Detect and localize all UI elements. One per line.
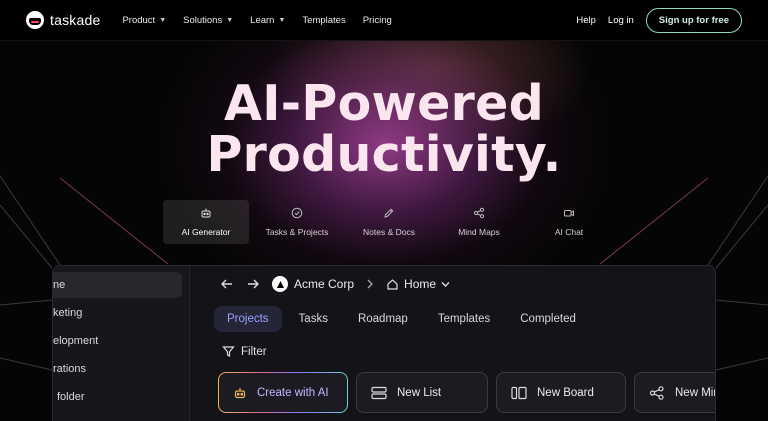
hero-heading-line1: AI-Powered <box>223 75 545 132</box>
hero-heading: AI-Powered Productivity. <box>0 78 768 180</box>
feature-tab-ai-generator[interactable]: AI Generator <box>163 200 249 244</box>
chevron-right-icon <box>367 279 373 289</box>
feature-tab-label: AI Generator <box>181 227 231 237</box>
check-circle-icon <box>291 207 303 219</box>
new-list-label: New List <box>397 386 442 399</box>
tab-templates[interactable]: Templates <box>425 306 503 332</box>
breadcrumb-org-label: Acme Corp <box>294 277 355 291</box>
new-list-button[interactable]: New List <box>356 372 488 413</box>
app-preview-window: ne keting elopment rations folder Acme C… <box>52 265 716 421</box>
workspace-main: Acme Corp Home Projects Tasks Roadmap Te… <box>190 266 715 421</box>
create-with-ai-button[interactable]: Create with AI <box>218 372 348 413</box>
chevron-down-icon <box>441 281 450 287</box>
signup-button[interactable]: Sign up for free <box>645 7 742 33</box>
breadcrumb-page-label: Home <box>404 277 437 291</box>
list-icon <box>371 386 387 399</box>
forward-arrow-icon[interactable] <box>246 277 260 291</box>
login-link[interactable]: Log in <box>608 15 634 26</box>
tab-tasks[interactable]: Tasks <box>286 306 341 332</box>
share-nodes-icon <box>473 207 485 219</box>
caret-down-icon: ▼ <box>159 16 167 24</box>
tab-projects[interactable]: Projects <box>214 306 282 332</box>
nav-templates[interactable]: Templates <box>302 15 345 26</box>
caret-down-icon: ▼ <box>226 16 234 24</box>
feature-tab-label: Tasks & Projects <box>265 227 329 237</box>
feature-tab-notes-docs[interactable]: Notes & Docs <box>345 200 433 244</box>
tab-completed[interactable]: Completed <box>507 306 589 332</box>
nav-pricing[interactable]: Pricing <box>363 15 392 26</box>
sidebar-item-folder[interactable]: folder <box>53 384 182 410</box>
robot-icon <box>201 208 211 218</box>
new-board-label: New Board <box>537 386 594 399</box>
nav-links: Product ▼ Solutions ▼ Learn ▼ Templates … <box>122 15 391 26</box>
filter-icon <box>222 346 235 357</box>
sidebar-item-development[interactable]: elopment <box>53 328 182 354</box>
nav-actions: Help Log in Sign up for free <box>576 7 742 33</box>
breadcrumb-page[interactable]: Home <box>386 277 450 291</box>
nav-product[interactable]: Product ▼ <box>122 15 166 26</box>
nav-solutions-label: Solutions <box>183 14 223 26</box>
feature-tab-label: AI Chat <box>554 227 584 237</box>
create-actions: Create with AI New List New Board New Mi <box>218 372 715 413</box>
hero-heading-line2: Productivity. <box>206 126 562 183</box>
sidebar-item-home[interactable]: ne <box>53 272 182 298</box>
taskade-logo-icon <box>26 11 44 29</box>
caret-down-icon: ▼ <box>278 16 286 24</box>
feature-tabs: AI Generator Tasks & Projects Notes & Do… <box>163 200 615 244</box>
home-icon <box>387 278 398 290</box>
nav-learn[interactable]: Learn ▼ <box>250 15 285 26</box>
nav-learn-label: Learn <box>250 14 275 26</box>
feature-tab-tasks-projects[interactable]: Tasks & Projects <box>251 200 343 244</box>
board-icon <box>511 386 527 399</box>
feature-tab-label: Notes & Docs <box>363 227 415 237</box>
view-tabs: Projects Tasks Roadmap Templates Complet… <box>214 306 589 332</box>
sidebar-item-marketing[interactable]: keting <box>53 300 182 326</box>
breadcrumb-org[interactable]: Acme Corp <box>272 276 354 292</box>
filter-label: Filter <box>241 345 267 358</box>
brand-logo[interactable]: taskade <box>26 11 100 29</box>
breadcrumb: Acme Corp Home <box>220 276 450 292</box>
help-link[interactable]: Help <box>576 15 596 26</box>
back-arrow-icon[interactable] <box>220 277 234 291</box>
new-mindmap-label: New Mind <box>675 386 715 399</box>
create-with-ai-label: Create with AI <box>257 386 329 399</box>
top-navbar: taskade Product ▼ Solutions ▼ Learn ▼ Te… <box>0 0 768 41</box>
new-board-button[interactable]: New Board <box>496 372 626 413</box>
acme-logo-icon <box>272 276 288 292</box>
pen-icon <box>384 208 394 218</box>
filter-button[interactable]: Filter <box>222 345 267 358</box>
video-icon <box>564 210 574 217</box>
mindmap-icon <box>649 385 664 400</box>
nav-solutions[interactable]: Solutions ▼ <box>183 15 233 26</box>
workspace-sidebar: ne keting elopment rations folder <box>53 266 190 421</box>
nav-product-label: Product <box>122 14 156 26</box>
tab-roadmap[interactable]: Roadmap <box>345 306 421 332</box>
feature-tab-ai-chat[interactable]: AI Chat <box>525 200 613 244</box>
robot-icon <box>234 387 246 398</box>
feature-tab-mind-maps[interactable]: Mind Maps <box>435 200 523 244</box>
brand-name: taskade <box>50 12 101 28</box>
new-mindmap-button[interactable]: New Mind <box>634 372 715 413</box>
feature-tab-label: Mind Maps <box>458 227 500 237</box>
sidebar-item-operations[interactable]: rations <box>53 356 182 382</box>
